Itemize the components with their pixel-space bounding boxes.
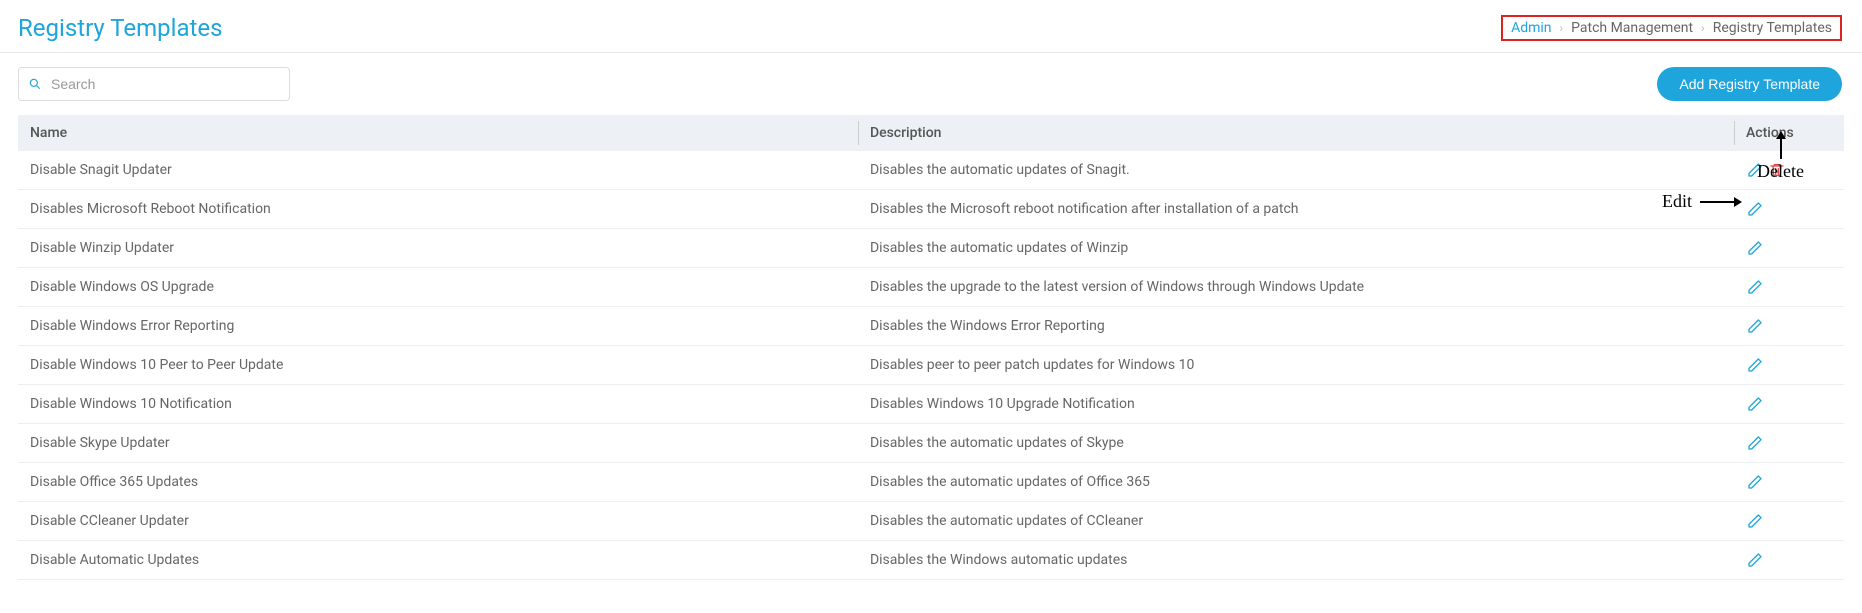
edit-icon[interactable] (1746, 161, 1764, 179)
cell-actions (1734, 385, 1844, 424)
cell-description: Disables the Microsoft reboot notificati… (858, 190, 1734, 229)
edit-icon[interactable] (1746, 317, 1764, 335)
cell-name: Disable Windows OS Upgrade (18, 268, 858, 307)
edit-icon[interactable] (1746, 239, 1764, 257)
cell-name: Disable Skype Updater (18, 424, 858, 463)
edit-icon[interactable] (1746, 278, 1764, 296)
search-wrap (18, 67, 290, 101)
cell-description: Disables the automatic updates of CClean… (858, 502, 1734, 541)
cell-name: Disable Office 365 Updates (18, 463, 858, 502)
cell-actions (1734, 463, 1844, 502)
table-row: Disable CCleaner UpdaterDisables the aut… (18, 502, 1844, 541)
cell-actions (1734, 151, 1844, 190)
chevron-right-icon: › (1560, 21, 1564, 35)
cell-description: Disables Windows 10 Upgrade Notification (858, 385, 1734, 424)
cell-actions (1734, 502, 1844, 541)
header-bar: Registry Templates Admin › Patch Managem… (0, 0, 1862, 53)
column-header-description[interactable]: Description (858, 115, 1734, 151)
page-title: Registry Templates (18, 14, 223, 42)
search-icon (28, 77, 42, 91)
column-header-name[interactable]: Name (18, 115, 858, 151)
table-row: Disable Windows 10 NotificationDisables … (18, 385, 1844, 424)
table-row: Disable Office 365 UpdatesDisables the a… (18, 463, 1844, 502)
cell-actions (1734, 268, 1844, 307)
cell-name: Disable Winzip Updater (18, 229, 858, 268)
table-row: Disable Windows Error ReportingDisables … (18, 307, 1844, 346)
edit-icon[interactable] (1746, 473, 1764, 491)
toolbar: Add Registry Template (0, 53, 1862, 111)
cell-description: Disables the automatic updates of Snagit… (858, 151, 1734, 190)
cell-actions (1734, 346, 1844, 385)
add-registry-template-button[interactable]: Add Registry Template (1657, 67, 1842, 101)
cell-name: Disable CCleaner Updater (18, 502, 858, 541)
edit-icon[interactable] (1746, 551, 1764, 569)
cell-name: Disable Automatic Updates (18, 541, 858, 580)
table-row: Disables Microsoft Reboot NotificationDi… (18, 190, 1844, 229)
cell-actions (1734, 424, 1844, 463)
cell-actions (1734, 307, 1844, 346)
cell-actions (1734, 229, 1844, 268)
cell-description: Disables the automatic updates of Skype (858, 424, 1734, 463)
cell-description: Disables the upgrade to the latest versi… (858, 268, 1734, 307)
edit-icon[interactable] (1746, 434, 1764, 452)
cell-name: Disables Microsoft Reboot Notification (18, 190, 858, 229)
edit-icon[interactable] (1746, 200, 1764, 218)
cell-description: Disables the automatic updates of Winzip (858, 229, 1734, 268)
cell-actions (1734, 541, 1844, 580)
breadcrumb-registry-templates: Registry Templates (1713, 20, 1832, 36)
chevron-right-icon: › (1701, 21, 1705, 35)
cell-description: Disables peer to peer patch updates for … (858, 346, 1734, 385)
cell-name: Disable Windows 10 Notification (18, 385, 858, 424)
cell-name: Disable Windows 10 Peer to Peer Update (18, 346, 858, 385)
table-row: Disable Automatic UpdatesDisables the Wi… (18, 541, 1844, 580)
edit-icon[interactable] (1746, 395, 1764, 413)
table-row: Disable Snagit UpdaterDisables the autom… (18, 151, 1844, 190)
cell-actions (1734, 190, 1844, 229)
table-row: Disable Windows 10 Peer to Peer UpdateDi… (18, 346, 1844, 385)
table-row: Disable Windows OS UpgradeDisables the u… (18, 268, 1844, 307)
cell-description: Disables the Windows Error Reporting (858, 307, 1734, 346)
breadcrumb-admin[interactable]: Admin (1511, 20, 1551, 36)
column-header-actions: Actions (1734, 115, 1844, 151)
cell-name: Disable Snagit Updater (18, 151, 858, 190)
table-row: Disable Winzip UpdaterDisables the autom… (18, 229, 1844, 268)
search-input[interactable] (18, 67, 290, 101)
table-row: Disable Skype UpdaterDisables the automa… (18, 424, 1844, 463)
delete-icon[interactable] (1768, 161, 1786, 179)
edit-icon[interactable] (1746, 512, 1764, 530)
breadcrumb-patch-management[interactable]: Patch Management (1571, 20, 1693, 36)
cell-description: Disables the automatic updates of Office… (858, 463, 1734, 502)
edit-icon[interactable] (1746, 356, 1764, 374)
registry-templates-table: Name Description Actions Disable Snagit … (18, 115, 1844, 580)
cell-name: Disable Windows Error Reporting (18, 307, 858, 346)
cell-description: Disables the Windows automatic updates (858, 541, 1734, 580)
breadcrumb: Admin › Patch Management › Registry Temp… (1501, 15, 1842, 41)
